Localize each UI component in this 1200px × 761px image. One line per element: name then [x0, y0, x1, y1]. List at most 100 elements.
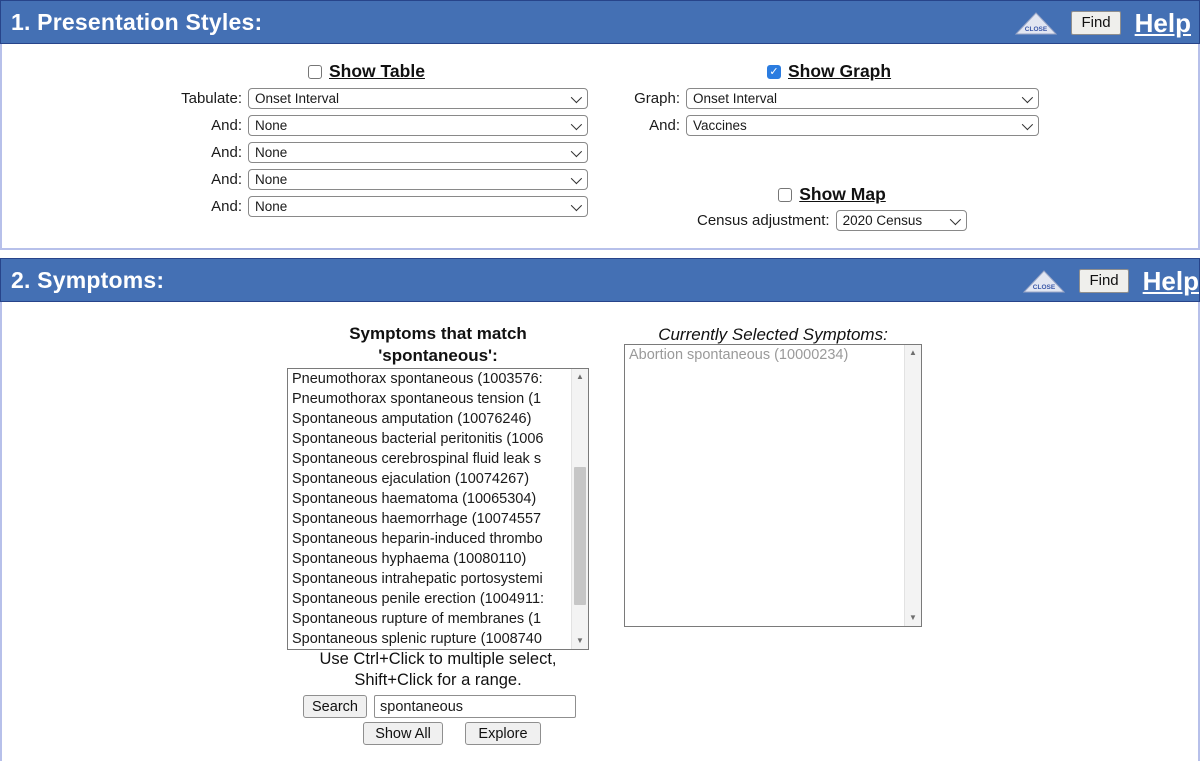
show-map-label[interactable]: Show Map [799, 184, 886, 205]
symptoms-header: 2. Symptoms: CLOSE Find Help [0, 258, 1200, 302]
symptom-option[interactable]: Spontaneous amputation (10076246) [289, 409, 570, 429]
row-label: Tabulate: [162, 90, 242, 107]
chevron-down-icon [571, 118, 582, 129]
select-instructions: Use Ctrl+Click to multiple select, Shift… [252, 649, 624, 691]
explore-button[interactable]: Explore [465, 722, 541, 745]
row-label: And: [625, 117, 680, 134]
scrollbar-thumb[interactable] [574, 467, 586, 605]
header-actions: CLOSE Find Help [1015, 1, 1191, 45]
chevron-down-icon [1022, 91, 1033, 102]
symptom-option[interactable]: Spontaneous bacterial peritonitis (1006 [289, 429, 570, 449]
census-select[interactable]: 2020 Census [836, 210, 967, 231]
section-title: 1. Presentation Styles: [1, 9, 262, 36]
scroll-up-icon[interactable]: ▲ [572, 369, 588, 385]
chevron-down-icon [571, 172, 582, 183]
symptom-option[interactable]: Spontaneous rupture of membranes (1 [289, 609, 570, 629]
close-button[interactable]: CLOSE [1015, 12, 1057, 35]
symptom-option[interactable]: Spontaneous penile erection (1004911: [289, 589, 570, 609]
find-button[interactable]: Find [1079, 269, 1128, 293]
presentation-styles-section: 1. Presentation Styles: CLOSE Find Help … [0, 0, 1200, 250]
heading-line1: Symptoms that match [287, 323, 589, 345]
symptoms-listbox[interactable]: Pneumothorax spontaneous (1003576:Pneumo… [287, 368, 589, 650]
help-link[interactable]: Help [1135, 10, 1191, 36]
close-triangle-icon: CLOSE [1015, 12, 1057, 35]
symptom-option[interactable]: Pneumothorax spontaneous tension (1 [289, 389, 570, 409]
symptoms-options: Pneumothorax spontaneous (1003576:Pneumo… [289, 369, 570, 649]
tabulate-row: And: None [162, 196, 592, 217]
svg-text:CLOSE: CLOSE [1033, 284, 1056, 291]
close-button[interactable]: CLOSE [1023, 270, 1065, 293]
show-map-checkbox[interactable] [778, 188, 792, 202]
show-graph-label[interactable]: Show Graph [788, 61, 891, 82]
help-link[interactable]: Help [1143, 268, 1199, 294]
row-select[interactable]: Vaccines [686, 115, 1039, 136]
show-graph-toggle: Show Graph [767, 61, 891, 82]
select-value: None [255, 118, 287, 133]
select-value: Onset Interval [255, 91, 339, 106]
census-label: Census adjustment: [697, 212, 830, 229]
symptom-option[interactable]: Spontaneous cerebrospinal fluid leak s [289, 449, 570, 469]
graph-rows: Graph: Onset Interval And: Vaccines [625, 88, 1039, 136]
chevron-down-icon [949, 213, 960, 224]
show-table-toggle: Show Table [308, 61, 425, 82]
census-row: Census adjustment: 2020 Census [625, 210, 1039, 231]
symptoms-match-heading: Symptoms that match 'spontaneous': [287, 323, 589, 367]
row-select[interactable]: Onset Interval [686, 88, 1039, 109]
scroll-down-icon[interactable]: ▼ [572, 633, 588, 649]
find-button[interactable]: Find [1071, 11, 1120, 35]
symptom-option[interactable]: Spontaneous ejaculation (10074267) [289, 469, 570, 489]
select-value: Onset Interval [693, 91, 777, 106]
show-graph-checkbox[interactable] [767, 65, 781, 79]
scroll-down-icon[interactable]: ▼ [905, 610, 921, 626]
tabulate-row: Tabulate: Onset Interval [162, 88, 592, 109]
row-label: And: [162, 144, 242, 161]
symptom-option[interactable]: Spontaneous haemorrhage (10074557 [289, 509, 570, 529]
selected-scrollbar: ▲ ▼ [904, 345, 921, 626]
select-value: None [255, 199, 287, 214]
show-table-checkbox[interactable] [308, 65, 322, 79]
heading-line2: 'spontaneous': [287, 345, 589, 367]
row-select[interactable]: None [248, 196, 588, 217]
selected-symptoms-listbox[interactable]: Abortion spontaneous (10000234) ▲ ▼ [624, 344, 922, 627]
symptom-option[interactable]: Spontaneous intrahepatic portosystemi [289, 569, 570, 589]
presentation-styles-header: 1. Presentation Styles: CLOSE Find Help [0, 0, 1200, 44]
symptom-option[interactable]: Spontaneous heparin-induced thrombo [289, 529, 570, 549]
row-select[interactable]: None [248, 142, 588, 163]
row-select[interactable]: None [248, 169, 588, 190]
row-select[interactable]: None [248, 115, 588, 136]
symptom-option[interactable]: Spontaneous haematoma (10065304) [289, 489, 570, 509]
symptom-option[interactable]: Spontaneous hyphaema (10080110) [289, 549, 570, 569]
selected-symptoms-heading: Currently Selected Symptoms: [624, 324, 922, 346]
symptoms-scrollbar: ▲ ▼ [571, 369, 588, 649]
search-button[interactable]: Search [303, 695, 367, 718]
section-title: 2. Symptoms: [1, 267, 164, 294]
symptom-option[interactable]: Spontaneous splenic rupture (1008740 [289, 629, 570, 649]
chevron-down-icon [1022, 118, 1033, 129]
show-all-button[interactable]: Show All [363, 722, 443, 745]
select-value: None [255, 145, 287, 160]
graph-row: And: Vaccines [625, 115, 1039, 136]
tabulate-row: And: None [162, 115, 592, 136]
header-actions: CLOSE Find Help [1023, 259, 1199, 303]
show-table-label[interactable]: Show Table [329, 61, 425, 82]
symptoms-section: 2. Symptoms: CLOSE Find Help Symptoms th… [0, 258, 1200, 761]
row-label: Graph: [625, 90, 680, 107]
instructions-line1: Use Ctrl+Click to multiple select, [252, 649, 624, 670]
tabulate-rows: Tabulate: Onset Interval And: None And: … [162, 88, 592, 223]
selected-options: Abortion spontaneous (10000234) [626, 345, 903, 626]
row-select[interactable]: Onset Interval [248, 88, 588, 109]
graph-row: Graph: Onset Interval [625, 88, 1039, 109]
select-value: Vaccines [693, 118, 747, 133]
row-label: And: [162, 171, 242, 188]
search-input[interactable] [374, 695, 576, 718]
svg-text:CLOSE: CLOSE [1025, 26, 1048, 33]
symptom-option[interactable]: Pneumothorax spontaneous (1003576: [289, 369, 570, 389]
scroll-up-icon[interactable]: ▲ [905, 345, 921, 361]
selected-symptom-option[interactable]: Abortion spontaneous (10000234) [626, 345, 903, 365]
row-label: And: [162, 198, 242, 215]
show-map-toggle: Show Map [778, 184, 886, 205]
select-value: None [255, 172, 287, 187]
instructions-line2: Shift+Click for a range. [252, 670, 624, 691]
chevron-down-icon [571, 91, 582, 102]
select-value: 2020 Census [843, 213, 923, 228]
